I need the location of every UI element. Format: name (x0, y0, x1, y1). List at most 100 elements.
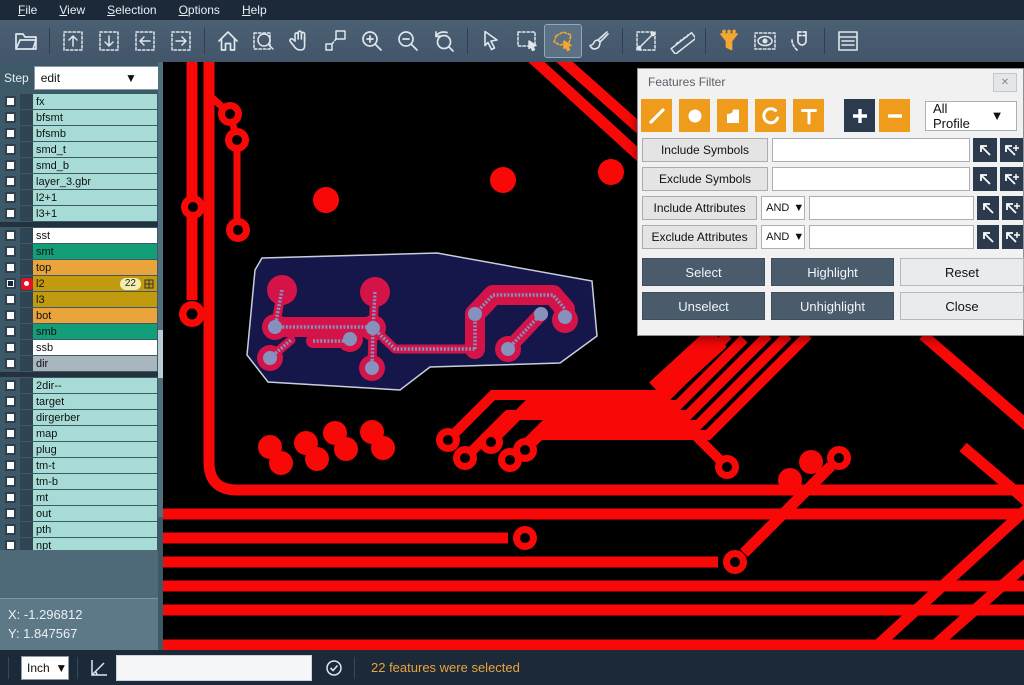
layer-indicator[interactable] (20, 94, 33, 109)
layer-name-smd_t[interactable]: smd_t (33, 142, 157, 157)
menu-help[interactable]: Help (232, 1, 277, 19)
select-button[interactable]: Select (642, 258, 765, 286)
show-features-icon[interactable] (747, 25, 783, 57)
layer-indicator[interactable] (20, 142, 33, 157)
reset-button[interactable]: Reset (900, 258, 1024, 286)
filter-surfaces-button[interactable] (717, 99, 748, 132)
layer-indicator[interactable] (20, 158, 33, 173)
layer-indicator[interactable] (20, 324, 33, 339)
home-view-icon[interactable] (210, 25, 246, 57)
layer-name-dir[interactable]: dir (33, 356, 157, 371)
menu-file[interactable]: File (8, 1, 47, 19)
layer-name-sst[interactable]: sst (33, 228, 157, 243)
layer-checkbox-top[interactable] (5, 262, 16, 273)
profile-select[interactable]: All Profile▼ (925, 101, 1017, 131)
menu-selection[interactable]: Selection (97, 1, 166, 19)
remove-filter-button[interactable] (879, 99, 910, 132)
layer-checkbox-smb[interactable] (5, 326, 16, 337)
layer-name-l3[interactable]: l3 (33, 292, 157, 307)
ruler-icon[interactable] (664, 25, 700, 57)
layer-indicator[interactable] (20, 474, 33, 489)
zoom-selection-icon[interactable] (318, 25, 354, 57)
highlight-button[interactable]: Highlight (771, 258, 894, 286)
layer-name-smb[interactable]: smb (33, 324, 157, 339)
layer-checkbox-smd_t[interactable] (5, 144, 16, 155)
dialog-titlebar[interactable]: Features Filter ✕ (638, 69, 1023, 95)
layer-checkbox-bfsmb[interactable] (5, 128, 16, 139)
include-attributes-button[interactable]: Include Attributes (642, 196, 757, 220)
layer-name-tm-b[interactable]: tm-b (33, 474, 157, 489)
layer-checkbox-pth[interactable] (5, 524, 16, 535)
exclude-attributes-pick-icon[interactable] (977, 225, 999, 249)
snap-icon[interactable] (783, 25, 819, 57)
layer-name-mt[interactable]: mt (33, 490, 157, 505)
layer-name-fx[interactable]: fx (33, 94, 157, 109)
layer-indicator[interactable] (20, 308, 33, 323)
layer-checkbox-tm-b[interactable] (5, 476, 16, 487)
dialog-close-icon[interactable]: ✕ (993, 73, 1017, 92)
select-pointer-icon[interactable] (473, 25, 509, 57)
layer-name-dirgerber[interactable]: dirgerber (33, 410, 157, 425)
unhighlight-button[interactable]: Unhighlight (771, 292, 894, 320)
layer-checkbox-dir[interactable] (5, 358, 16, 369)
layer-indicator[interactable] (20, 292, 33, 307)
measure-distance-icon[interactable] (628, 25, 664, 57)
layer-name-l3+1[interactable]: l3+1 (33, 206, 157, 221)
include-symbols-button[interactable]: Include Symbols (642, 138, 768, 162)
layer-indicator[interactable] (20, 410, 33, 425)
rectangle-select-icon[interactable] (509, 25, 545, 57)
layer-checkbox-layer_3.gbr[interactable] (5, 176, 16, 187)
layer-checkbox-sst[interactable] (5, 230, 16, 241)
layer-name-smt[interactable]: smt (33, 244, 157, 259)
include-symbols-pick-icon[interactable] (973, 138, 997, 162)
layer-indicator[interactable] (20, 458, 33, 473)
layer-name-out[interactable]: out (33, 506, 157, 521)
polygon-select-icon[interactable] (545, 25, 581, 57)
brush-select-icon[interactable] (581, 25, 617, 57)
layer-name-smd_b[interactable]: smd_b (33, 158, 157, 173)
view-down-icon[interactable] (91, 25, 127, 57)
layer-indicator[interactable] (20, 490, 33, 505)
view-up-icon[interactable] (55, 25, 91, 57)
layer-name-2dir--[interactable]: 2dir-- (33, 378, 157, 393)
layer-checkbox-out[interactable] (5, 508, 16, 519)
units-select[interactable]: Inch ▼ (21, 656, 69, 680)
layer-checkbox-ssb[interactable] (5, 342, 16, 353)
layer-checkbox-mt[interactable] (5, 492, 16, 503)
zoom-out-icon[interactable] (390, 25, 426, 57)
zoom-previous-icon[interactable] (426, 25, 462, 57)
layer-name-tm-t[interactable]: tm-t (33, 458, 157, 473)
layer-name-bfsmt[interactable]: bfsmt (33, 110, 157, 125)
layer-indicator[interactable] (20, 244, 33, 259)
open-file-icon[interactable] (8, 25, 44, 57)
layer-indicator[interactable] (20, 426, 33, 441)
layer-checkbox-fx[interactable] (5, 96, 16, 107)
layer-indicator[interactable] (20, 228, 33, 243)
layer-name-pth[interactable]: pth (33, 522, 157, 537)
layer-name-plug[interactable]: plug (33, 442, 157, 457)
layer-checkbox-bfsmt[interactable] (5, 112, 16, 123)
layer-checkbox-bot[interactable] (5, 310, 16, 321)
layer-indicator[interactable] (20, 356, 33, 371)
pan-hand-icon[interactable] (282, 25, 318, 57)
include-attributes-input[interactable] (809, 196, 974, 220)
filter-arcs-button[interactable] (755, 99, 786, 132)
layer-indicator[interactable] (20, 378, 33, 393)
unselect-button[interactable]: Unselect (642, 292, 765, 320)
layer-indicator[interactable] (20, 260, 33, 275)
refresh-icon[interactable] (324, 658, 344, 678)
exclude-symbols-pick-add-icon[interactable] (1000, 167, 1023, 191)
active-layer-indicator[interactable] (20, 276, 33, 291)
angle-tool-icon[interactable] (88, 657, 110, 679)
layer-name-l2+1[interactable]: l2+1 (33, 190, 157, 205)
close-button[interactable]: Close (900, 292, 1024, 320)
layer-name-map[interactable]: map (33, 426, 157, 441)
view-right-icon[interactable] (163, 25, 199, 57)
layer-indicator[interactable] (20, 206, 33, 221)
view-left-icon[interactable] (127, 25, 163, 57)
exclude-attributes-input[interactable] (809, 225, 974, 249)
layer-name-ssb[interactable]: ssb (33, 340, 157, 355)
add-filter-button[interactable] (844, 99, 875, 132)
layer-indicator[interactable] (20, 174, 33, 189)
layer-checkbox-smd_b[interactable] (5, 160, 16, 171)
